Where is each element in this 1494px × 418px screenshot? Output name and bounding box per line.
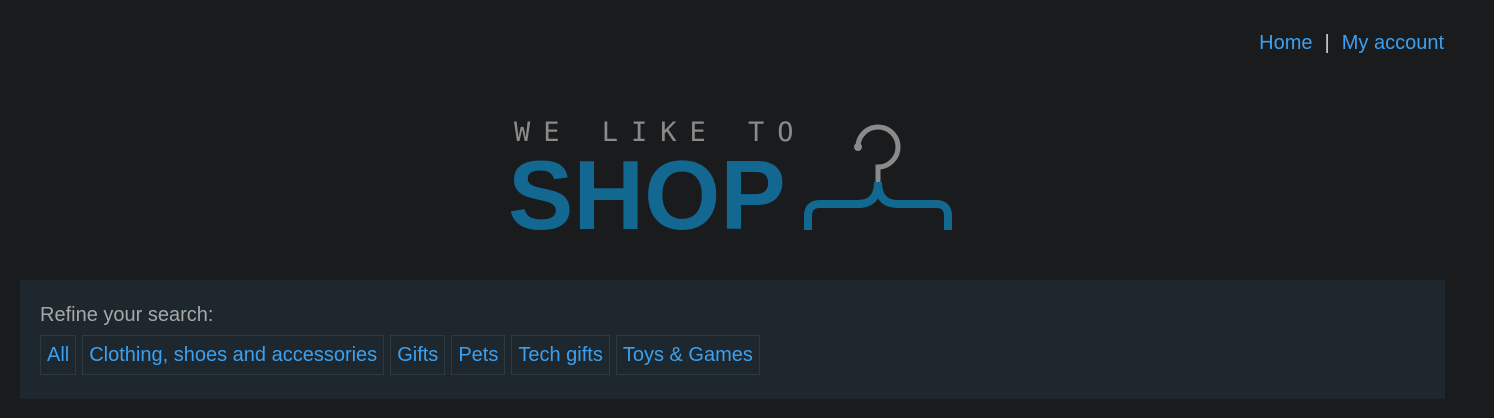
logo-wordmark: SHOP	[508, 140, 786, 250]
home-link[interactable]: Home	[1259, 30, 1312, 56]
category-filter-list: All Clothing, shoes and accessories Gift…	[40, 335, 766, 375]
my-account-link[interactable]: My account	[1342, 30, 1444, 56]
filter-pets[interactable]: Pets	[451, 335, 506, 375]
clothes-hanger-icon	[804, 124, 952, 230]
filter-toys-games[interactable]: Toys & Games	[615, 335, 760, 375]
refine-search-panel: Refine your search: All Clothing, shoes …	[20, 280, 1445, 399]
filter-tech-gifts[interactable]: Tech gifts	[511, 335, 610, 375]
nav-separator: |	[1324, 32, 1330, 54]
filter-gifts[interactable]: Gifts	[390, 335, 446, 375]
filter-clothing[interactable]: Clothing, shoes and accessories	[82, 335, 385, 375]
top-navigation: Home | My account	[1259, 30, 1444, 56]
site-logo: WE LIKE TO SHOP	[508, 112, 958, 250]
refine-search-label: Refine your search:	[40, 304, 214, 326]
filter-all[interactable]: All	[40, 335, 77, 375]
